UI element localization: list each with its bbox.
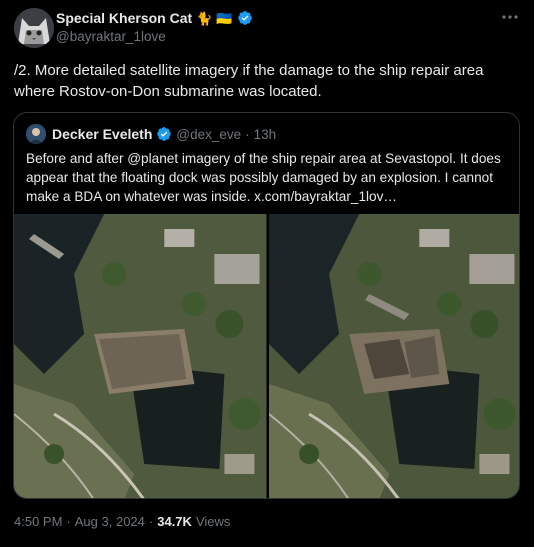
author-display-name[interactable]: Special Kherson Cat [56,10,192,26]
meta-separator: · [66,514,71,529]
quoted-time[interactable]: 13h [254,127,277,142]
tweet-text: /2. More detailed satellite imagery if t… [14,62,484,100]
tweet-date[interactable]: Aug 3, 2024 [75,514,145,529]
tweet-time[interactable]: 4:50 PM [14,514,62,529]
quoted-text: Before and after @planet imagery of the … [26,151,501,204]
quoted-tweet[interactable]: Decker Eveleth @dex_eve · 13h Before and… [13,112,520,499]
views-count: 34.7K [157,514,192,529]
quoted-display-name[interactable]: Decker Eveleth [52,126,152,142]
author-names: Special Kherson Cat 🐈 🇺🇦 @bayraktar_1lov… [56,9,253,44]
verified-badge-icon[interactable] [237,10,253,26]
more-options-icon[interactable] [500,8,520,26]
quoted-media[interactable] [14,214,519,498]
verified-badge-icon[interactable] [156,126,172,142]
tweet-header: Special Kherson Cat 🐈 🇺🇦 @bayraktar_1lov… [14,8,520,48]
author-handle[interactable]: @bayraktar_1love [56,29,253,44]
author-avatar[interactable] [14,8,54,48]
views-label: Views [195,514,231,529]
ukraine-flag-emoji: 🇺🇦 [216,10,233,26]
satellite-image-after[interactable] [268,214,519,498]
tweet-meta: 4:50 PM · Aug 3, 2024 · 34.7K Views [14,514,230,529]
meta-separator: · [148,514,154,529]
quoted-handle[interactable]: @dex_eve [176,127,241,142]
quoted-header: Decker Eveleth @dex_eve · 13h [26,124,276,144]
quoted-author-avatar[interactable] [26,124,46,144]
satellite-image-before[interactable] [14,214,267,498]
quoted-separator: · [245,126,250,142]
cat-emoji: 🐈 [196,10,213,26]
